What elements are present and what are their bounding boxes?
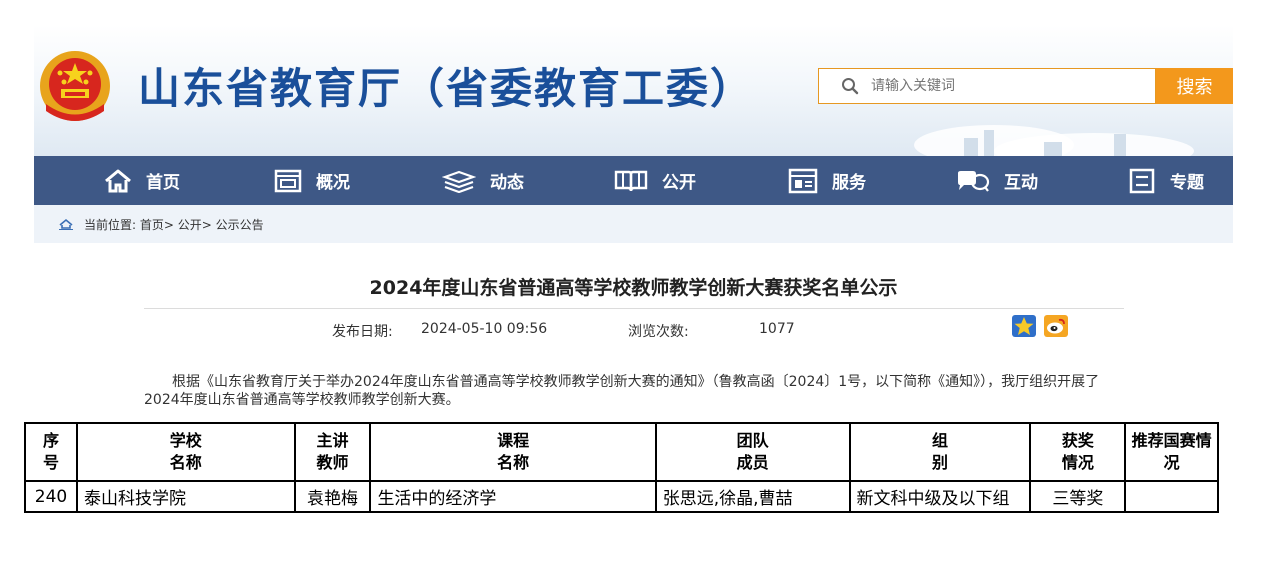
column-header: 课程 名称 [369, 422, 657, 482]
table-header-row: 序号 学校 名称 主讲 教师 课程 名称 团队 成员 组别 获奖 情况 推荐国赛情况 [24, 422, 1219, 482]
table-cell: 袁艳梅 [293, 480, 372, 513]
topic-icon [1129, 168, 1155, 193]
article-body: 根据《山东省教育厅关于举办2024年度山东省普通高等学校教师教学创新大赛的通知》… [144, 374, 1100, 408]
overview-icon [274, 169, 302, 192]
search-input[interactable] [871, 78, 1131, 94]
nav-item-label: 首页 [146, 173, 180, 193]
share-qzone-icon[interactable] [1012, 315, 1036, 337]
column-header: 获奖 情况 [1029, 422, 1127, 482]
column-header: 序号 [24, 422, 78, 482]
table-row: 240 泰山科技学院 袁艳梅 生活中的经济学 张思远,徐晶,曹喆 新文科中级及以… [24, 480, 1219, 513]
table-cell: 新文科中级及以下组 [848, 480, 1032, 513]
table-cell [1124, 480, 1219, 513]
header-banner: 山东省教育厅（省委教育工委） 搜索 [34, 25, 1233, 156]
nav-item-label: 服务 [832, 173, 866, 193]
column-header: 推荐国赛情况 [1124, 422, 1219, 482]
search-button[interactable]: 搜索 [1156, 68, 1233, 104]
nav-item-label: 概况 [316, 173, 350, 193]
nav-item-label: 动态 [490, 173, 524, 193]
home-icon [105, 169, 131, 192]
nav-item-topic[interactable]: 专题 [1128, 156, 1204, 205]
site-frame: 山东省教育厅（省委教育工委） 搜索 首页 概况 [34, 25, 1233, 417]
nav-item-home[interactable]: 首页 [104, 156, 180, 205]
nav-item-service[interactable]: 服务 [788, 156, 866, 205]
book-icon [614, 170, 648, 191]
column-header: 组别 [848, 422, 1032, 482]
title-divider [144, 308, 1124, 309]
views-label: 浏览次数: [628, 324, 689, 340]
publish-date: 2024-05-10 09:56 [421, 321, 548, 337]
nav-item-label: 专题 [1170, 173, 1204, 193]
breadcrumb-text[interactable]: 当前位置: 首页> 公开> 公示公告 [84, 216, 264, 233]
table-cell: 张思远,徐晶,曹喆 [654, 480, 851, 513]
publish-date-label: 发布日期: [332, 324, 393, 340]
column-header: 学校 名称 [75, 422, 296, 482]
news-icon [442, 170, 476, 193]
nav-item-overview[interactable]: 概况 [274, 156, 350, 205]
nav-item-news[interactable]: 动态 [442, 156, 524, 205]
chat-icon [958, 170, 990, 192]
nav-item-label: 公开 [662, 173, 696, 193]
table-cell: 三等奖 [1029, 480, 1127, 513]
nav-item-open[interactable]: 公开 [614, 156, 696, 205]
search-icon [842, 78, 859, 95]
national-emblem-icon [34, 49, 116, 123]
views-count: 1077 [759, 321, 795, 337]
article-title: 2024年度山东省普通高等学校教师教学创新大赛获奖名单公示 [369, 277, 898, 299]
breadcrumb: 当前位置: 首页> 公开> 公示公告 [34, 205, 1233, 243]
nav-item-interact[interactable]: 互动 [954, 156, 1038, 205]
award-table: 序号 学校 名称 主讲 教师 课程 名称 团队 成员 组别 获奖 情况 推荐国赛情况 24… [24, 422, 1219, 513]
table-cell: 240 [24, 480, 78, 513]
column-header: 主讲 教师 [293, 422, 372, 482]
table-cell: 生活中的经济学 [369, 480, 657, 513]
table-cell: 泰山科技学院 [75, 480, 296, 513]
share-weibo-icon[interactable] [1044, 315, 1068, 337]
main-nav: 首页 概况 动态 公开 服务 互动 专题 [34, 156, 1233, 205]
service-icon [788, 168, 818, 193]
site-title: 山东省教育厅（省委教育工委） [138, 64, 755, 113]
column-header: 团队 成员 [654, 422, 851, 482]
nav-item-label: 互动 [1004, 173, 1038, 193]
location-home-icon [59, 218, 73, 230]
search-box[interactable] [818, 68, 1156, 104]
